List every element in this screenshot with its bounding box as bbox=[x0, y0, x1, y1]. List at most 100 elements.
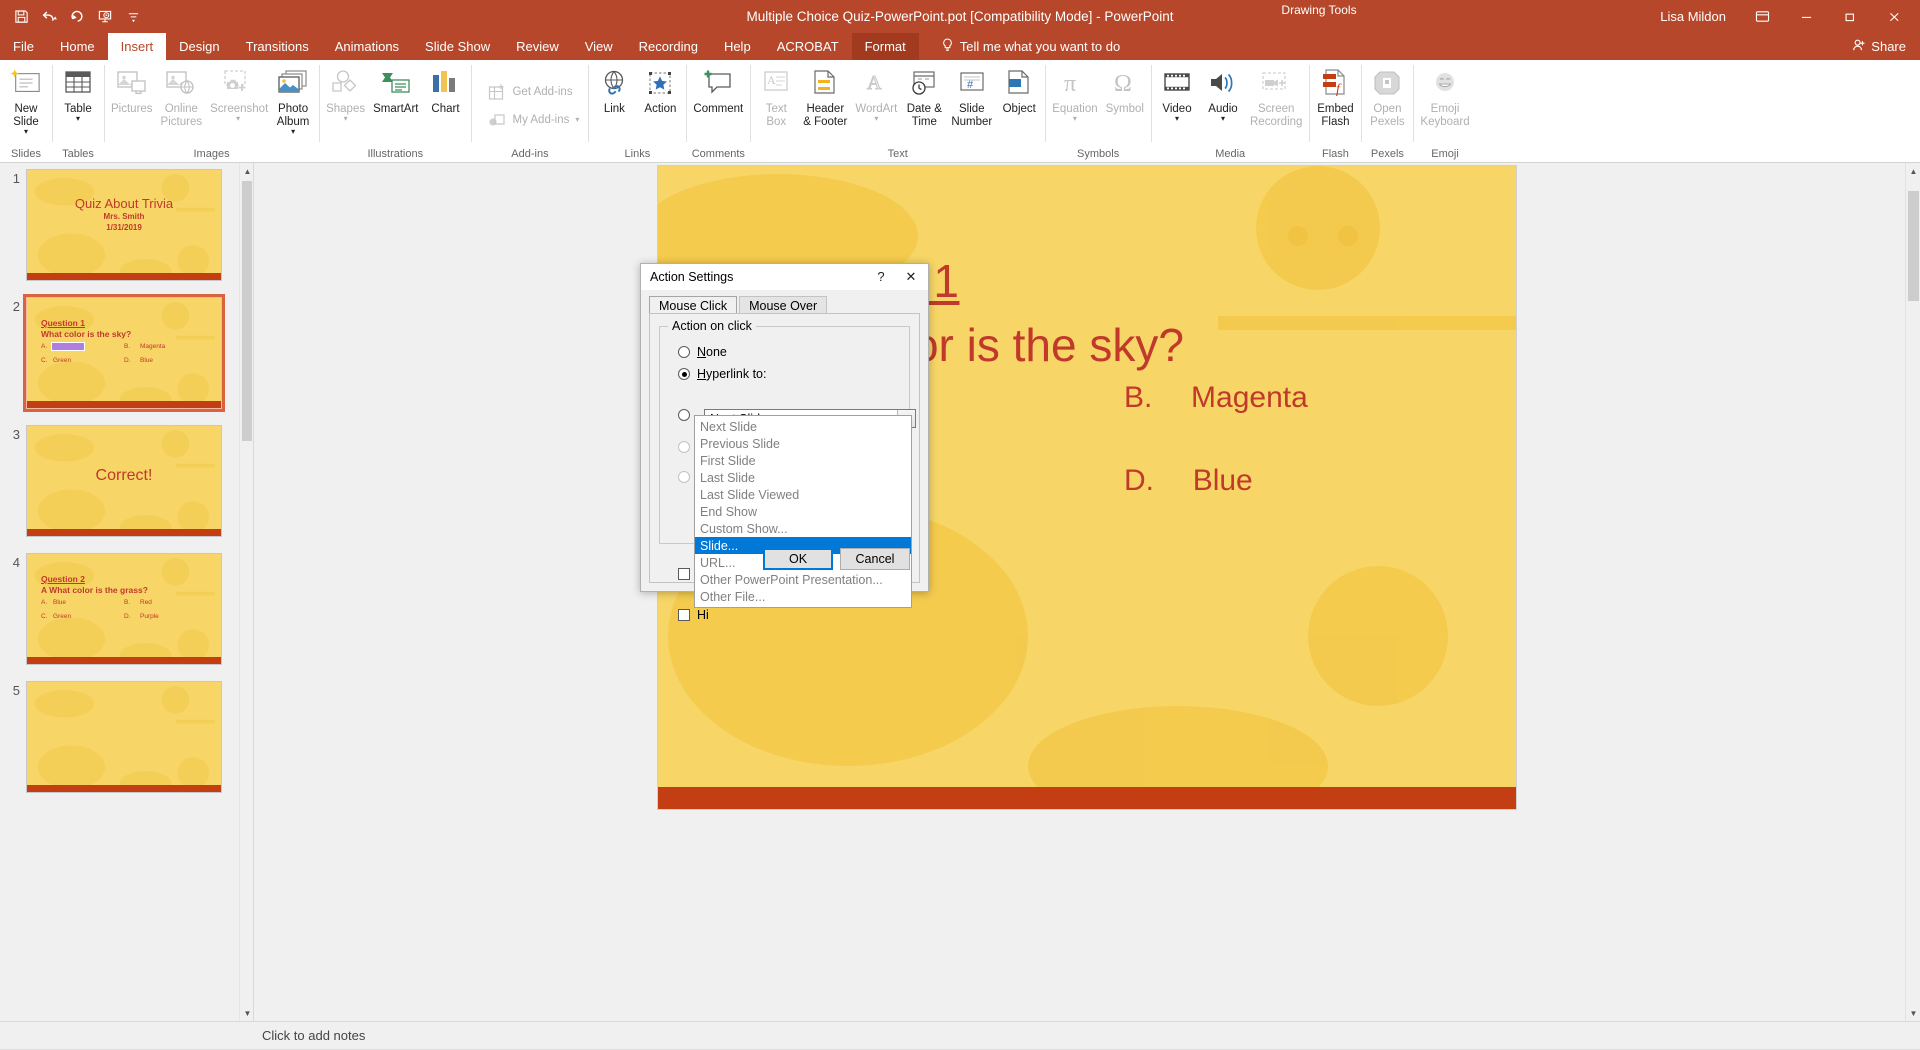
tab-file[interactable]: File bbox=[0, 33, 47, 60]
thumbnail-pane-scrollbar[interactable]: ▲ ▼ bbox=[239, 163, 253, 1021]
chevron-down-icon[interactable]: ▾ bbox=[1073, 114, 1077, 122]
smartart-button[interactable]: SmartArt bbox=[369, 64, 422, 116]
tab-home[interactable]: Home bbox=[47, 33, 108, 60]
radio-object-action[interactable] bbox=[678, 471, 690, 483]
tab-mouse-over[interactable]: Mouse Over bbox=[739, 296, 828, 313]
radio-none[interactable] bbox=[678, 346, 690, 358]
dropdown-item-other-file[interactable]: Other File... bbox=[695, 588, 911, 605]
chart-button[interactable]: Chart bbox=[422, 64, 468, 116]
highlight-click-checkbox[interactable] bbox=[678, 609, 690, 621]
radio-run-macro[interactable] bbox=[678, 441, 690, 453]
chevron-down-icon[interactable]: ▾ bbox=[76, 114, 80, 122]
list-item[interactable]: 2 Question 1 What color is the sky? A. B… bbox=[0, 294, 239, 412]
get-addins-button[interactable]: Get Add-ins bbox=[482, 78, 578, 106]
undo-icon[interactable] bbox=[36, 5, 62, 29]
notes-pane[interactable]: Click to add notes bbox=[0, 1021, 1920, 1049]
radio-hyperlink-row[interactable]: Hyperlink to: bbox=[660, 363, 909, 385]
tab-review[interactable]: Review bbox=[503, 33, 572, 60]
help-icon[interactable]: ? bbox=[866, 264, 896, 289]
scroll-up-icon[interactable]: ▲ bbox=[1906, 163, 1920, 179]
redo-icon[interactable] bbox=[64, 5, 90, 29]
slide-thumbnail-2[interactable]: Question 1 What color is the sky? A. B. … bbox=[23, 294, 225, 412]
dropdown-item-last-slide[interactable]: Last Slide bbox=[695, 469, 911, 486]
audio-button[interactable]: Audio ▾ bbox=[1200, 64, 1246, 122]
tab-insert[interactable]: Insert bbox=[107, 33, 167, 60]
chevron-down-icon[interactable]: ▾ bbox=[24, 127, 28, 135]
screenshot-button[interactable]: Screenshot ▾ bbox=[206, 64, 270, 122]
emoji-keyboard-button[interactable]: Emoji Keyboard bbox=[1416, 64, 1473, 129]
radio-run-program[interactable] bbox=[678, 409, 690, 421]
chevron-down-icon[interactable]: ▾ bbox=[575, 116, 579, 124]
photo-album-button[interactable]: Photo Album ▾ bbox=[270, 64, 316, 135]
chevron-down-icon[interactable]: ▾ bbox=[1175, 114, 1179, 122]
dropdown-item-last-slide-viewed[interactable]: Last Slide Viewed bbox=[695, 486, 911, 503]
symbol-button[interactable]: Ω Symbol bbox=[1102, 64, 1148, 116]
tab-animations[interactable]: Animations bbox=[322, 33, 412, 60]
chevron-down-icon[interactable]: ▾ bbox=[874, 114, 878, 122]
chevron-down-icon[interactable]: ▾ bbox=[1221, 114, 1225, 122]
slide-number-button[interactable]: # Slide Number bbox=[947, 64, 996, 129]
tell-me-search[interactable]: Tell me what you want to do bbox=[941, 33, 1120, 60]
dropdown-item-previous-slide[interactable]: Previous Slide bbox=[695, 435, 911, 452]
slide-answer-d[interactable]: D. Blue bbox=[1124, 464, 1253, 498]
dropdown-item-first-slide[interactable]: First Slide bbox=[695, 452, 911, 469]
action-button[interactable]: Action bbox=[637, 64, 683, 116]
screen-recording-button[interactable]: Screen Recording bbox=[1246, 64, 1306, 129]
tab-design[interactable]: Design bbox=[166, 33, 232, 60]
comment-button[interactable]: Comment bbox=[689, 64, 747, 116]
tab-format[interactable]: Format bbox=[851, 33, 919, 60]
wordart-button[interactable]: A WordArt ▾ bbox=[851, 64, 901, 122]
radio-none-row[interactable]: None bbox=[660, 341, 909, 363]
list-item[interactable]: 5 bbox=[0, 681, 239, 793]
hyperlink-target-dropdown-list[interactable]: Next Slide Previous Slide First Slide La… bbox=[694, 415, 912, 608]
date-time-button[interactable]: Date & Time bbox=[901, 64, 947, 129]
share-button[interactable]: Share bbox=[1852, 33, 1920, 60]
dropdown-item-other-powerpoint-presentation[interactable]: Other PowerPoint Presentation... bbox=[695, 571, 911, 588]
scrollbar-thumb[interactable] bbox=[242, 181, 252, 441]
tab-recording[interactable]: Recording bbox=[626, 33, 711, 60]
save-icon[interactable] bbox=[8, 5, 34, 29]
equation-button[interactable]: π Equation ▾ bbox=[1048, 64, 1101, 122]
tab-help[interactable]: Help bbox=[711, 33, 764, 60]
open-pexels-button[interactable]: Open Pexels bbox=[1364, 64, 1410, 129]
tab-slide-show[interactable]: Slide Show bbox=[412, 33, 503, 60]
my-addins-button[interactable]: My Add-ins ▾ bbox=[482, 106, 585, 134]
tab-view[interactable]: View bbox=[572, 33, 626, 60]
table-button[interactable]: Table ▾ bbox=[55, 64, 101, 122]
highlight-click-checkbox-row[interactable]: Hi bbox=[678, 608, 709, 622]
text-box-button[interactable]: A Text Box bbox=[753, 64, 799, 129]
editor-vertical-scrollbar[interactable]: ▲ ▼ bbox=[1905, 163, 1920, 1021]
tab-acrobat[interactable]: ACROBAT bbox=[764, 33, 852, 60]
chevron-down-icon[interactable]: ▾ bbox=[291, 127, 295, 135]
ribbon-display-options-icon[interactable] bbox=[1740, 0, 1784, 33]
scroll-down-icon[interactable]: ▼ bbox=[1906, 1005, 1920, 1021]
play-sound-checkbox[interactable] bbox=[678, 568, 690, 580]
slide-answer-b[interactable]: B. Magenta bbox=[1124, 381, 1308, 415]
shapes-button[interactable]: Shapes ▾ bbox=[322, 64, 369, 122]
link-button[interactable]: Link bbox=[591, 64, 637, 116]
chevron-down-icon[interactable]: ▾ bbox=[236, 114, 240, 122]
dropdown-item-next-slide[interactable]: Next Slide bbox=[695, 418, 911, 435]
new-slide-button[interactable]: New Slide ▾ bbox=[3, 64, 49, 135]
slide-thumbnail-5[interactable] bbox=[26, 681, 222, 793]
dropdown-item-end-show[interactable]: End Show bbox=[695, 503, 911, 520]
slide-thumbnail-3[interactable]: Correct! bbox=[26, 425, 222, 537]
restore-icon[interactable] bbox=[1828, 0, 1872, 33]
account-user-name[interactable]: Lisa Mildon bbox=[1660, 9, 1726, 24]
list-item[interactable]: 1 Quiz About Trivia Mrs. Smith 1/31/2019 bbox=[0, 169, 239, 281]
scrollbar-thumb[interactable] bbox=[1908, 191, 1919, 301]
embed-flash-button[interactable]: f Embed Flash bbox=[1312, 64, 1358, 129]
slide-thumbnail-4[interactable]: Question 2 A What color is the grass? A.… bbox=[26, 553, 222, 665]
video-button[interactable]: Video ▾ bbox=[1154, 64, 1200, 122]
radio-hyperlink-to[interactable] bbox=[678, 368, 690, 380]
close-icon[interactable] bbox=[1872, 0, 1916, 33]
chevron-down-icon[interactable]: ▾ bbox=[344, 114, 348, 122]
scroll-up-icon[interactable]: ▲ bbox=[240, 163, 253, 179]
tab-mouse-click[interactable]: Mouse Click bbox=[649, 296, 738, 313]
customize-qat-icon[interactable] bbox=[120, 5, 146, 29]
dropdown-item-custom-show[interactable]: Custom Show... bbox=[695, 520, 911, 537]
cancel-button[interactable]: Cancel bbox=[840, 548, 910, 570]
slide-thumbnail-1[interactable]: Quiz About Trivia Mrs. Smith 1/31/2019 bbox=[26, 169, 222, 281]
minimize-icon[interactable] bbox=[1784, 0, 1828, 33]
list-item[interactable]: 3 Correct! bbox=[0, 425, 239, 537]
